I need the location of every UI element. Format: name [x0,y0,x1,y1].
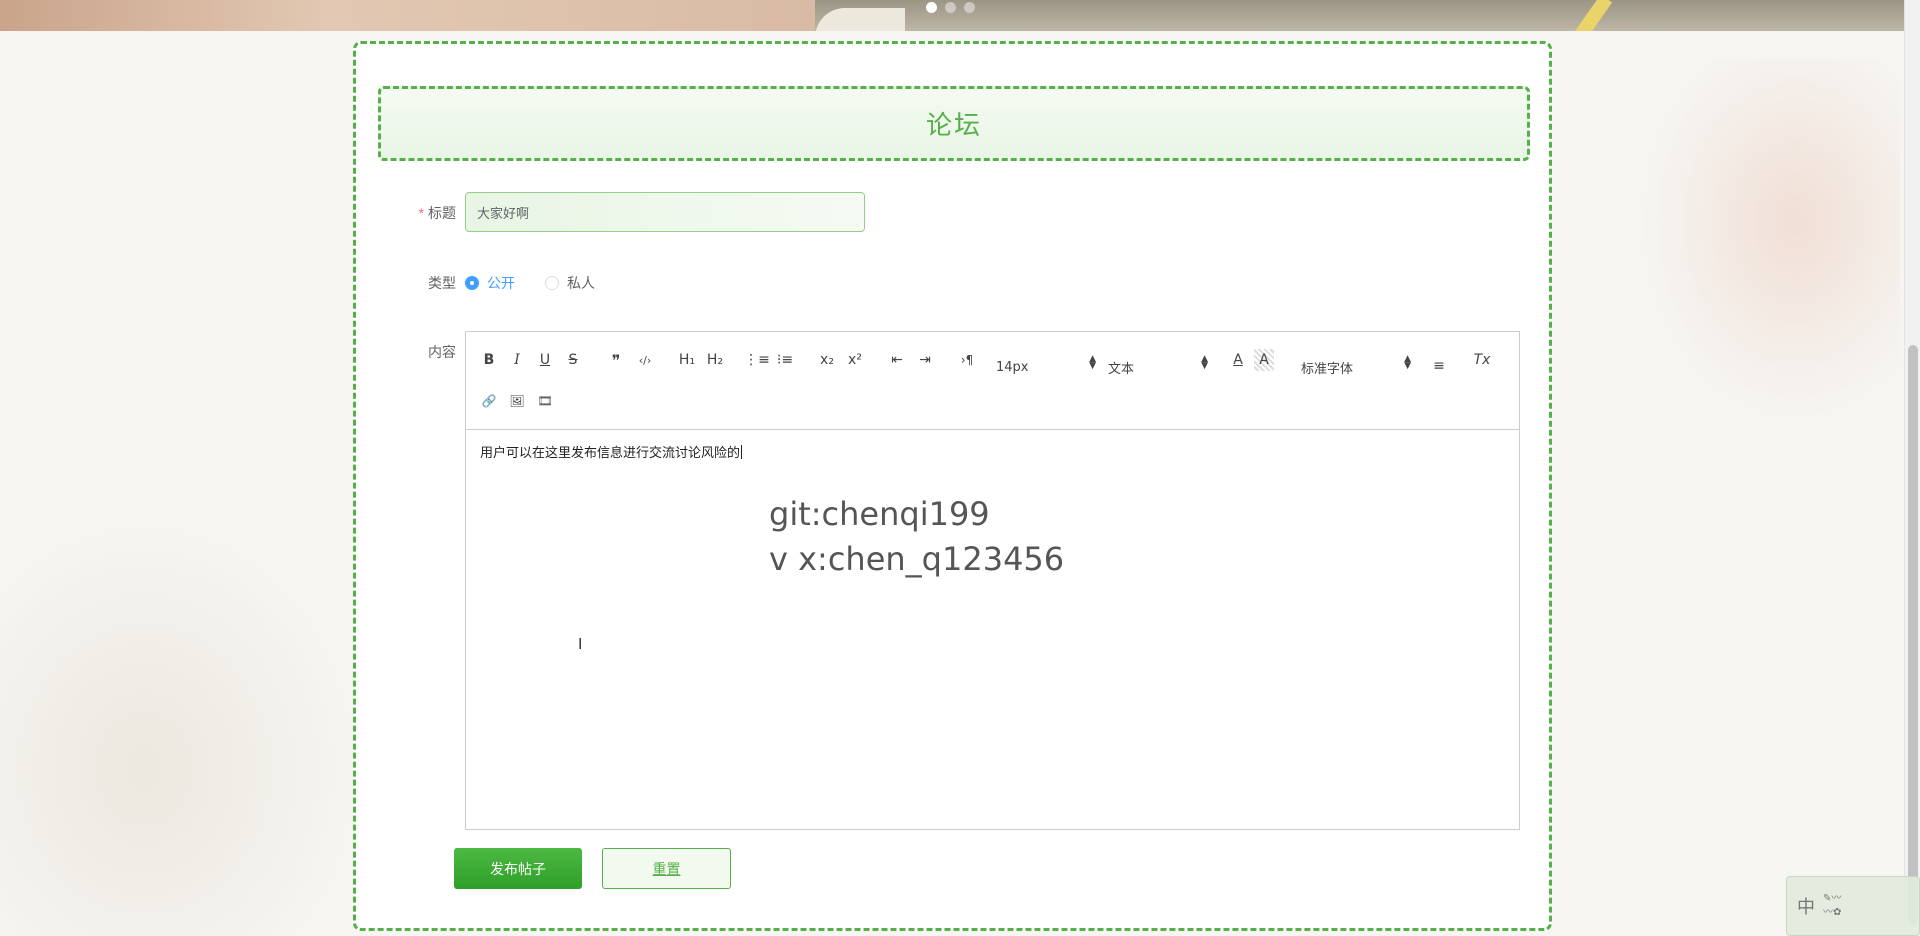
superscript-button[interactable]: x² [844,349,866,371]
clean-format-button[interactable]: Tx [1471,349,1493,371]
editor-content[interactable]: 用户可以在这里发布信息进行交流讨论风险的 I [466,430,1519,830]
header-select-value: 文本 [1108,361,1135,377]
ibeam-cursor-icon: I [578,636,583,653]
editor-text: 用户可以在这里发布信息进行交流讨论风险的 [480,445,741,460]
reset-button[interactable]: 重置 [602,848,731,889]
subscript-button[interactable]: x₂ [816,349,838,371]
publish-post-button[interactable]: 发布帖子 [454,848,582,889]
link-button[interactable]: 🔗 [478,390,500,412]
radio-public-circle [465,276,479,290]
type-label: 类型 [428,275,456,291]
bullet-list-button[interactable]: ⁝≡ [774,349,796,371]
carousel-banner [0,0,1904,31]
text-direction-button[interactable]: ›¶ [956,349,978,371]
header-select[interactable]: 文本 ▲ ▼ [1108,352,1208,377]
page-scrollbar[interactable] [1904,0,1920,936]
code-block-button[interactable]: ‹/› [634,349,656,371]
radio-private-circle [545,276,559,290]
ime-mode-label: 中 [1797,897,1815,917]
ime-widget[interactable]: 中 ✎〰 〰✿ [1786,876,1920,936]
radio-private-label: 私人 [567,275,595,291]
header-2-button[interactable]: H₂ [704,349,726,371]
carousel-indicators [926,2,975,13]
watermark-line-2: v x:chen_q123456 [769,540,1065,578]
carousel-dot-2[interactable] [945,2,956,13]
radio-public-label: 公开 [487,275,515,291]
video-icon: 🎞 [537,394,553,408]
banner-road-line [1571,0,1613,31]
title-label: * 标题 [396,203,456,223]
page-title: 论坛 [925,110,982,140]
scrollbar-thumb[interactable] [1908,345,1918,925]
strike-button[interactable]: S [564,349,582,371]
radio-public[interactable]: 公开 [465,273,515,293]
title-label-text: 标题 [428,205,456,221]
editor-toolbar: B I U S ❞ ‹/› H₁ H₂ ⋮≡ ⁝≡ x₂ x² ⇤ ⇥ ›¶ 1… [466,332,1519,430]
type-radio-group: 公开 私人 [465,273,595,293]
ime-doodle-icon: ✎〰 〰✿ [1823,893,1842,918]
required-mark: * [418,205,424,221]
font-size-value: 14px [996,359,1029,375]
watermark-overlay: git:chenqi199 v x:chen_q123456 [769,492,1064,582]
title-input[interactable] [465,192,865,232]
background-color-button[interactable]: A [1254,349,1274,371]
font-family-value: 标准字体 [1301,361,1354,377]
bold-button[interactable]: B [480,349,498,371]
carousel-dot-1[interactable] [926,2,937,13]
chevron-updown-icon: ▲ ▼ [1089,354,1096,371]
italic-button[interactable]: I [508,349,526,371]
blockquote-button[interactable]: ❞ [606,349,626,371]
carousel-dot-3[interactable] [964,2,975,13]
banner-car-image [815,8,905,31]
underline-button[interactable]: U [536,349,554,371]
font-family-select[interactable]: 标准字体 ▲ ▼ [1301,352,1411,377]
align-button[interactable]: ≡ [1428,355,1450,377]
background-decoration-right [1640,60,1900,420]
indent-button[interactable]: ⇥ [914,349,936,371]
ordered-list-button[interactable]: ⋮≡ [744,349,770,371]
chevron-updown-icon: ▲ ▼ [1201,354,1208,371]
banner-image-right [815,0,1904,31]
forum-form-card: 论坛 *标题 类型 公开 私人 内容 B I U S ❞ ‹/› H₁ H₂ ⋮… [353,41,1552,931]
text-caret [741,445,743,459]
image-icon: 🖼 [509,394,525,408]
outdent-button[interactable]: ⇤ [886,349,908,371]
image-button[interactable]: 🖼 [506,390,528,412]
video-button[interactable]: 🎞 [534,390,556,412]
chevron-updown-icon: ▲ ▼ [1404,354,1411,371]
radio-private[interactable]: 私人 [545,273,595,293]
text-color-button[interactable]: A [1228,349,1248,371]
page-header: 论坛 [378,86,1530,161]
header-1-button[interactable]: H₁ [676,349,698,371]
font-size-select[interactable]: 14px ▲ ▼ [996,352,1096,375]
link-icon: 🔗 [481,394,497,408]
watermark-line-1: git:chenqi199 [769,495,990,533]
content-label: 内容 [428,344,456,360]
background-decoration-left [0,520,360,936]
banner-image-left [0,0,815,31]
